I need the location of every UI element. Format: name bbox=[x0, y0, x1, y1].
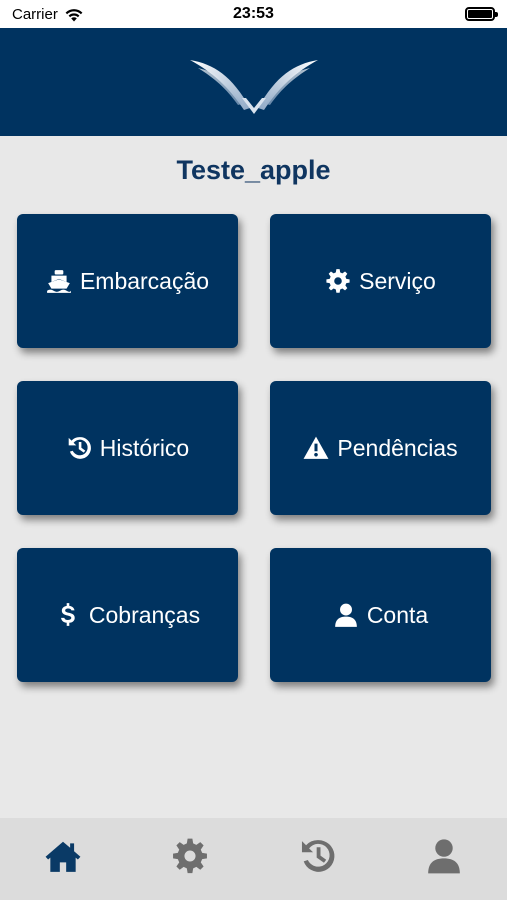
page-title: Teste_apple bbox=[176, 155, 331, 185]
tile-label: Cobranças bbox=[88, 601, 201, 628]
tile-label: Serviço bbox=[359, 267, 436, 294]
tile-conta[interactable]: Conta bbox=[270, 548, 491, 682]
battery-level bbox=[468, 10, 492, 18]
wifi-icon bbox=[65, 8, 83, 21]
tile-label: Histórico bbox=[99, 434, 190, 461]
home-icon bbox=[45, 841, 81, 872]
tab-home[interactable] bbox=[33, 831, 93, 881]
tile-embarcacao[interactable]: Embarcação bbox=[17, 214, 238, 348]
wings-v-logo bbox=[189, 60, 318, 114]
history-icon bbox=[301, 840, 335, 872]
gear-icon bbox=[325, 268, 351, 294]
tile-label: Pendências bbox=[337, 434, 458, 461]
status-left: Carrier bbox=[12, 6, 84, 23]
tab-account[interactable] bbox=[414, 831, 474, 881]
tile-pendencias[interactable]: Pendências bbox=[270, 381, 491, 515]
tab-bar bbox=[0, 818, 507, 900]
user-icon bbox=[333, 602, 359, 628]
battery-icon bbox=[465, 7, 498, 21]
tile-cobrancas[interactable]: Cobranças bbox=[17, 548, 238, 682]
gear-icon bbox=[173, 838, 208, 874]
tile-label: Embarcação bbox=[79, 267, 210, 294]
tab-settings[interactable] bbox=[160, 831, 220, 881]
dollar-icon bbox=[55, 602, 81, 628]
carrier-label: Carrier bbox=[12, 5, 58, 23]
tile-historico[interactable]: Histórico bbox=[17, 381, 238, 515]
warning-icon bbox=[303, 435, 329, 461]
ship-icon bbox=[46, 268, 72, 294]
tile-servico[interactable]: Serviço bbox=[270, 214, 491, 348]
tab-history[interactable] bbox=[287, 831, 347, 881]
status-bar: Carrier 23:53 bbox=[0, 0, 507, 28]
user-icon bbox=[427, 839, 460, 874]
app-header bbox=[0, 28, 507, 136]
history-icon bbox=[66, 435, 92, 461]
tile-label: Conta bbox=[366, 601, 429, 628]
